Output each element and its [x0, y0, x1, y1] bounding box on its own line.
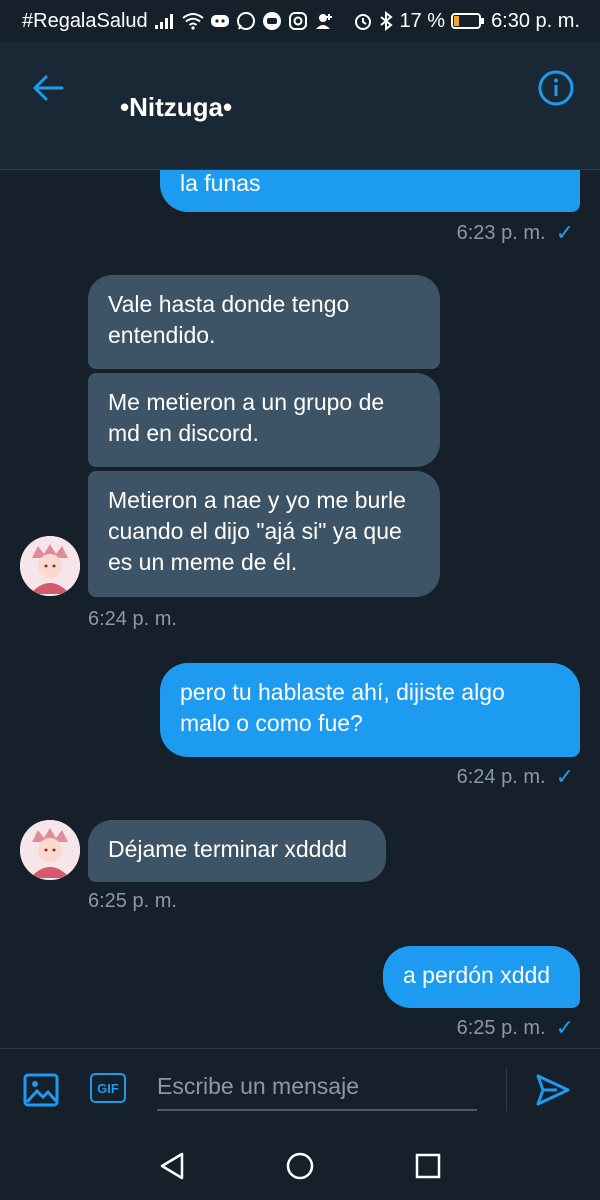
message-list[interactable]: la funas 6:23 p. m. ✓ Vale hasta donde t… — [0, 170, 600, 1048]
signal-icon — [154, 12, 176, 30]
message-input[interactable] — [157, 1063, 477, 1111]
timestamp-text: 6:24 p. m. — [88, 608, 177, 630]
circle-home-icon — [286, 1152, 314, 1180]
alarm-icon — [353, 11, 373, 31]
message-text: la funas — [180, 170, 261, 196]
message-text: Metieron a nae y yo me burle cuando el d… — [108, 487, 406, 575]
message-text: Déjame terminar xdddd — [108, 836, 348, 862]
message-composer: GIF — [0, 1048, 600, 1130]
triangle-back-icon — [160, 1152, 184, 1180]
info-icon — [538, 70, 574, 106]
carrier-label: #RegalaSalud — [22, 9, 148, 32]
message-text: Vale hasta donde tengo entendido. — [108, 291, 350, 348]
read-check-icon: ✓ — [555, 1015, 574, 1040]
message-text: Me metieron a un grupo de md en discord. — [108, 389, 385, 446]
message-bubble-incoming[interactable]: Vale hasta donde tengo entendido. — [88, 275, 440, 369]
composer-divider — [506, 1067, 507, 1111]
back-button[interactable] — [28, 68, 68, 108]
arrow-left-icon — [33, 75, 64, 101]
chat-title[interactable]: •Nitzuga• — [120, 92, 232, 123]
instagram-icon — [288, 11, 308, 31]
gif-icon: GIF — [90, 1073, 126, 1103]
message-text: a perdón xddd — [403, 962, 551, 988]
status-left: #RegalaSalud — [22, 10, 334, 33]
message-timestamp: 6:25 p. m. — [88, 890, 177, 913]
nav-back-button[interactable] — [154, 1148, 190, 1184]
wifi-icon — [182, 12, 204, 30]
read-check-icon: ✓ — [555, 764, 574, 789]
avatar[interactable] — [20, 820, 80, 880]
message-bubble-outgoing[interactable]: pero tu hablaste ahí, dijiste algo malo … — [160, 663, 580, 757]
discord-icon — [210, 13, 230, 29]
timestamp-text: 6:24 p. m. — [456, 765, 546, 788]
battery-icon — [451, 12, 485, 30]
message-timestamp: 6:23 p. m. ✓ — [457, 220, 574, 246]
message-text: pero tu hablaste ahí, dijiste algo malo … — [180, 679, 505, 736]
info-button[interactable] — [536, 68, 576, 108]
status-bar: #RegalaSalud 17 % 6:30 p. m. — [0, 0, 600, 42]
add-contact-icon — [314, 11, 334, 31]
gif-button[interactable]: GIF — [90, 1073, 126, 1103]
add-image-button[interactable] — [22, 1071, 60, 1109]
message-timestamp: 6:25 p. m. ✓ — [457, 1015, 574, 1041]
message-bubble-incoming[interactable]: Metieron a nae y yo me burle cuando el d… — [88, 471, 440, 597]
status-right: 17 % 6:30 p. m. — [353, 10, 580, 33]
nav-home-button[interactable] — [282, 1148, 318, 1184]
dialog-icon — [262, 11, 282, 31]
message-timestamp: 6:24 p. m. ✓ — [457, 764, 574, 790]
chat-header: •Nitzuga• — [0, 42, 600, 170]
send-icon — [536, 1074, 570, 1106]
battery-percent: 17 % — [399, 9, 446, 32]
message-bubble-outgoing[interactable]: a perdón xddd — [383, 946, 580, 1008]
avatar[interactable] — [20, 536, 80, 596]
message-bubble-incoming[interactable]: Déjame terminar xdddd — [88, 820, 386, 882]
send-button[interactable] — [534, 1071, 572, 1109]
whatsapp-icon — [236, 11, 256, 31]
message-timestamp: 6:24 p. m. — [88, 608, 177, 631]
read-check-icon: ✓ — [555, 220, 574, 245]
timestamp-text: 6:25 p. m. — [88, 890, 177, 912]
message-bubble-incoming[interactable]: Me metieron a un grupo de md en discord. — [88, 373, 440, 467]
square-recent-icon — [415, 1153, 441, 1179]
timestamp-text: 6:25 p. m. — [456, 1016, 546, 1039]
message-bubble-outgoing[interactable]: la funas — [160, 170, 580, 212]
system-nav-bar — [0, 1130, 600, 1200]
nav-recent-button[interactable] — [410, 1148, 446, 1184]
clock: 6:30 p. m. — [491, 9, 580, 32]
image-icon — [23, 1073, 59, 1107]
bluetooth-icon — [379, 11, 394, 31]
timestamp-text: 6:23 p. m. — [456, 221, 546, 244]
